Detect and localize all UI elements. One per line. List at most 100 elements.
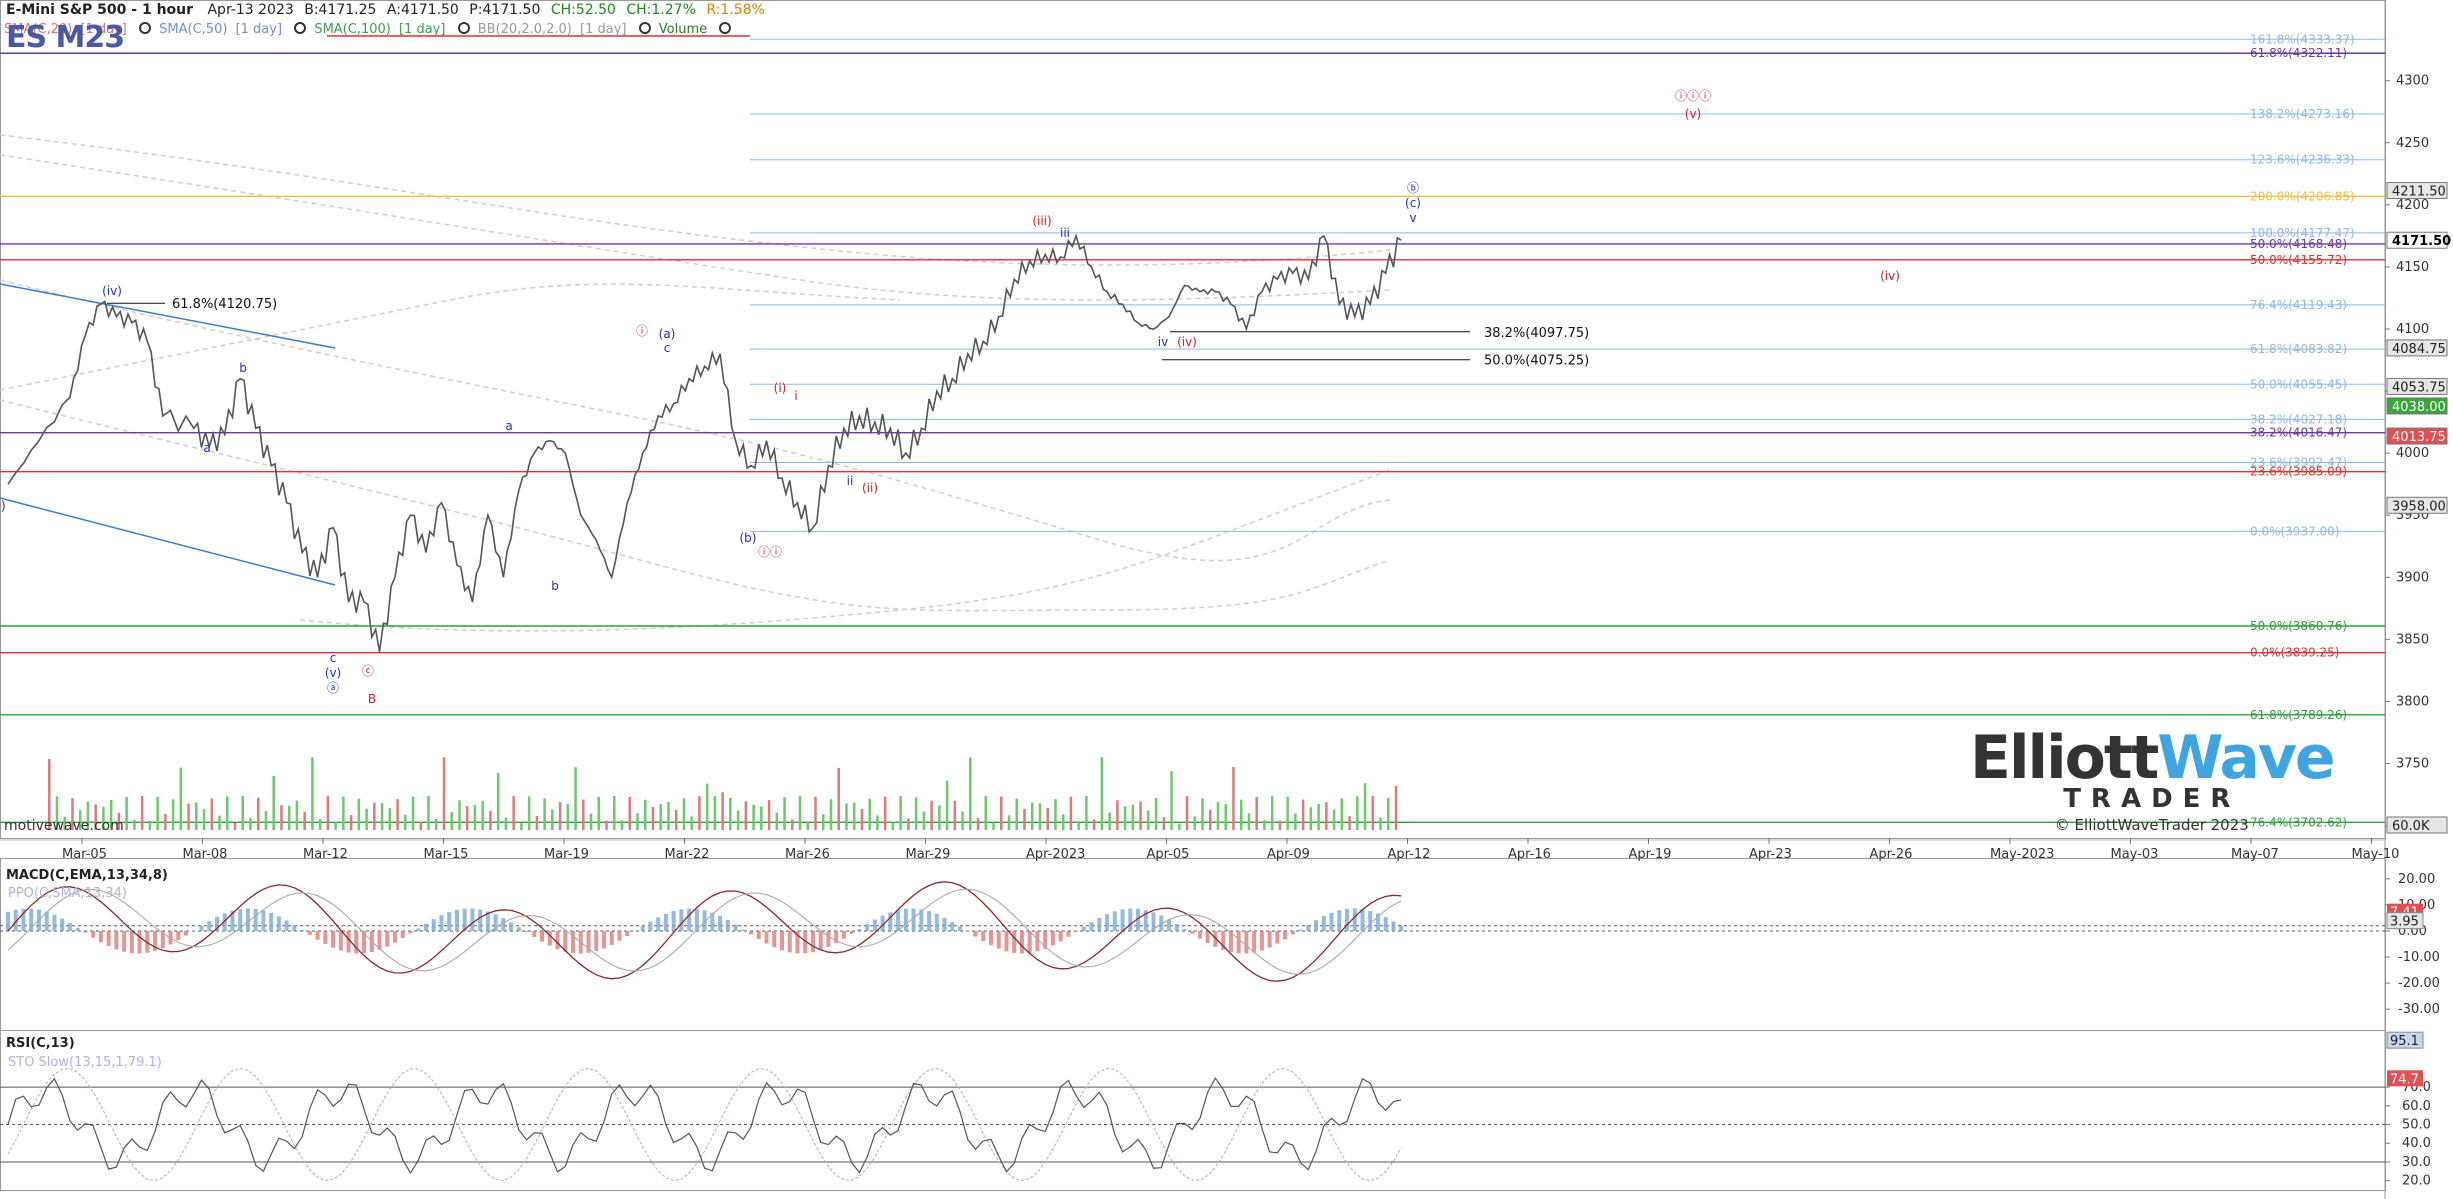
x-tick-label: May-2023 [1990, 847, 2054, 862]
rsi-title: RSI(C,13) [6, 1036, 75, 1051]
macd-badge-label: 3.95 [2390, 915, 2419, 930]
macd-histogram-bar [942, 917, 947, 931]
volume-bar [1030, 802, 1034, 830]
macd-histogram-bar [1081, 926, 1086, 931]
rsi-tick-label: 60.0 [2402, 1099, 2431, 1114]
volume-bar [380, 803, 384, 830]
wave-label: ⓐ [327, 681, 339, 695]
trend-channel-upper [0, 283, 336, 349]
volume-bar [1379, 817, 1382, 830]
volume-bar [342, 796, 345, 830]
volume-bar [938, 805, 941, 830]
macd-histogram-bar [555, 930, 560, 950]
price-badge-label: 4211.50 [2392, 185, 2446, 200]
annotation-label: 61.8%(4120.75) [172, 297, 277, 312]
macd-histogram-bar [98, 930, 103, 943]
moving-average-band [0, 283, 901, 391]
volume-bar [682, 798, 686, 830]
macd-histogram-bar [1314, 920, 1319, 931]
price-badge-label: 4171.50 [2392, 234, 2451, 249]
gear-icon[interactable] [638, 22, 651, 34]
macd-tick-label: -10.00 [2398, 950, 2440, 965]
volume-bar [1147, 810, 1150, 830]
macd-histogram-bar [400, 930, 405, 939]
indicator-volume[interactable]: Volume [659, 22, 707, 37]
volume-bar [202, 809, 206, 830]
annotation-label: 38.2%(4097.75) [1484, 326, 1589, 341]
price-badge-label: 60.0K [2392, 819, 2430, 834]
macd-histogram-bar [447, 912, 452, 931]
x-tick-label: Mar-15 [424, 847, 469, 862]
wave-label: b [239, 361, 247, 375]
wave-label: ii) [0, 499, 6, 513]
macd-histogram-bar [1074, 930, 1079, 932]
gear-icon[interactable] [719, 22, 732, 34]
macd-histogram-bar [849, 930, 854, 934]
x-tick-label: May-10 [2352, 847, 2400, 862]
macd-histogram-bar [609, 930, 614, 945]
y-tick-label: 3800 [2396, 694, 2429, 709]
volume-bar [605, 820, 608, 830]
trend-channel-lower [0, 497, 336, 586]
wave-label: (a) [659, 327, 676, 341]
x-tick-label: Apr-09 [1267, 847, 1310, 862]
volume-bar [318, 818, 322, 830]
x-tick-label: Mar-22 [665, 847, 710, 862]
wave-label: B [368, 692, 376, 706]
volume-bar [597, 796, 601, 830]
volume-bar [767, 800, 771, 830]
volume-bar [435, 819, 438, 830]
macd-histogram-bar [207, 921, 212, 931]
macd-histogram-bar [810, 930, 815, 953]
volume-bar [876, 815, 879, 830]
wave-label: (b) [740, 531, 757, 545]
gear-icon[interactable] [294, 22, 307, 34]
volume-bar [891, 822, 895, 830]
macd-histogram-bar [331, 930, 336, 948]
macd-histogram-bar [1352, 908, 1357, 931]
rsi-badge-label: 95.1 [2390, 1034, 2419, 1049]
volume-bar [195, 802, 198, 830]
x-tick-label: Mar-26 [785, 847, 830, 862]
indicator-sma100[interactable]: SMA(C,100) [314, 22, 391, 37]
volume-bar [752, 804, 755, 830]
gear-icon[interactable] [457, 22, 470, 34]
volume-bar [1317, 803, 1320, 830]
volume-bar [1131, 804, 1135, 830]
volume-bar [164, 813, 167, 830]
volume-bar [125, 797, 128, 830]
rsi-line [7, 1077, 1402, 1175]
volume-bar [1046, 807, 1049, 830]
macd-histogram-bar [199, 925, 204, 931]
macd-histogram-bar [1259, 930, 1264, 951]
x-tick-label: Apr-23 [1749, 847, 1792, 862]
wave-label: a [505, 419, 512, 433]
macd-histogram-bar [532, 930, 537, 938]
macd-histogram-bar [625, 930, 630, 937]
x-tick-label: Mar-05 [62, 847, 107, 862]
x-tick-label: Apr-16 [1508, 847, 1551, 862]
wave-label: (iv) [102, 284, 122, 298]
macd-histogram-bar [648, 921, 653, 931]
macd-histogram-bar [6, 911, 10, 931]
volume-bar [287, 805, 291, 830]
volume-bar [791, 819, 794, 830]
gear-icon[interactable] [139, 22, 152, 34]
volume-bar [992, 822, 995, 830]
wave-label: (ii) [862, 481, 878, 495]
macd-histogram-bar [439, 915, 444, 931]
macd-histogram-bar [656, 917, 661, 931]
macd-histogram-bar [129, 930, 134, 954]
indicator-sma50[interactable]: SMA(C,50) [159, 22, 227, 37]
indicator-bb[interactable]: BB(20,2.0,2.0) [478, 22, 572, 37]
macd-histogram-bar [988, 930, 993, 946]
volume-bar [953, 800, 957, 830]
macd-histogram-bar [1329, 912, 1334, 931]
macd-histogram-bar [896, 910, 901, 931]
macd-histogram-bar [996, 930, 1001, 949]
macd-histogram-bar [640, 926, 645, 931]
volume-bar [667, 801, 670, 830]
volume-bar [589, 813, 593, 830]
fib-level-label: 123.6%(4236.33) [2250, 153, 2355, 167]
wave-label: (c) [1405, 196, 1421, 210]
